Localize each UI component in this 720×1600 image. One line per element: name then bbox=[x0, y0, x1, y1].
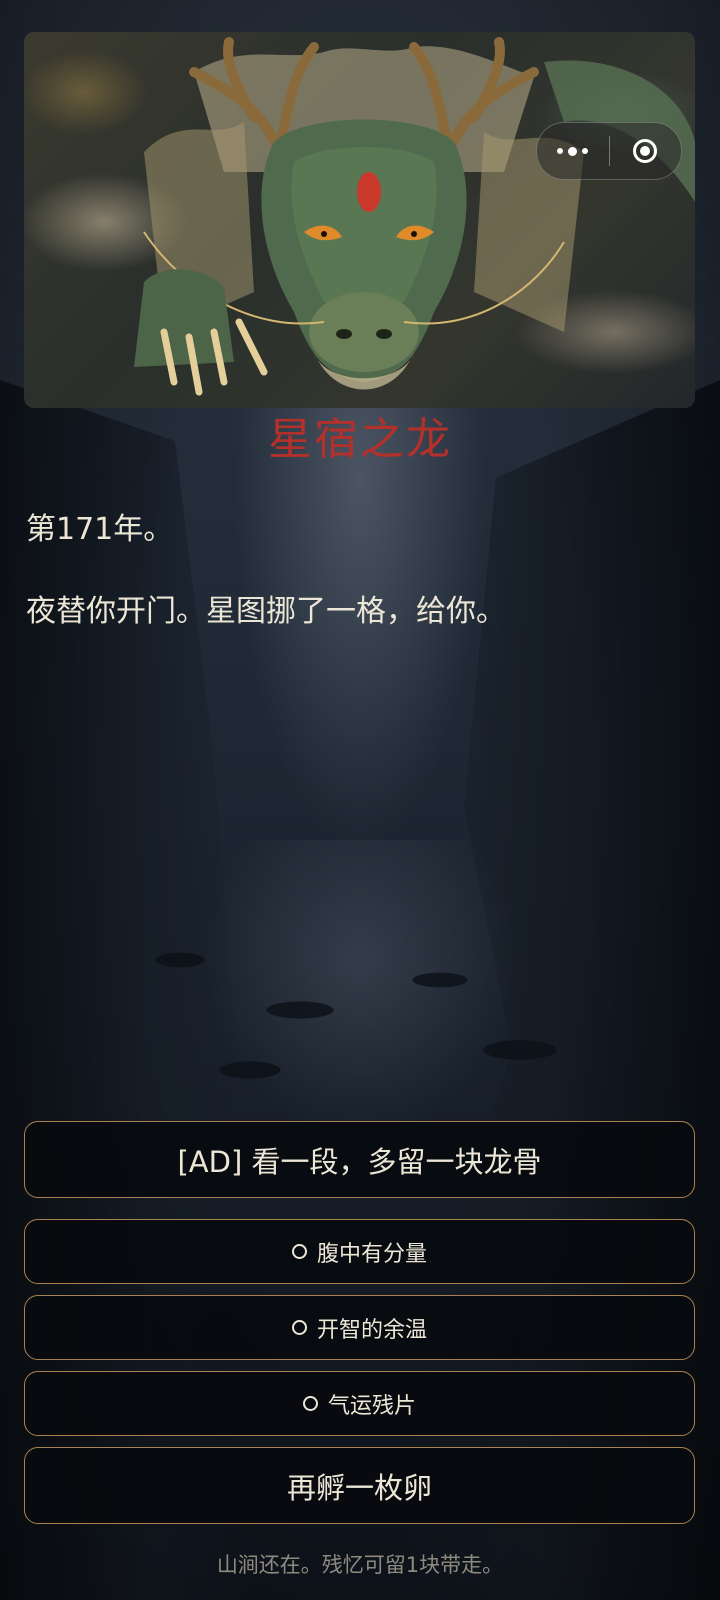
close-circle-icon bbox=[633, 139, 658, 163]
dragon-illustration bbox=[134, 37, 695, 396]
option-label: 气运残片 bbox=[327, 1393, 416, 1419]
option-label: 腹中有分量 bbox=[316, 1241, 427, 1267]
more-button[interactable] bbox=[537, 123, 609, 179]
radio-circle-icon bbox=[291, 1244, 307, 1259]
event-line: 夜替你开门。星图挪了一格，给你。 bbox=[26, 594, 506, 629]
game-title: 星宿之龙 bbox=[268, 414, 452, 465]
radio-circle-icon bbox=[291, 1320, 307, 1335]
radio-circle-icon bbox=[302, 1396, 318, 1411]
mini-program-capsule bbox=[536, 122, 682, 180]
option-radio-1[interactable]: 腹中有分量 bbox=[24, 1219, 695, 1284]
dragon-banner-image bbox=[24, 32, 695, 408]
option-radio-2[interactable]: 开智的余温 bbox=[24, 1295, 695, 1360]
hatch-egg-button[interactable]: 再孵一枚卵 bbox=[24, 1447, 695, 1524]
story-text: 第171年。 夜替你开门。星图挪了一格，给你。 bbox=[26, 510, 700, 632]
hatch-egg-label: 再孵一枚卵 bbox=[286, 1470, 432, 1505]
option-radio-3[interactable]: 气运残片 bbox=[24, 1371, 695, 1436]
footer-status: 山涧还在。残忆可留1块带走。 bbox=[216, 1553, 504, 1577]
year-line: 第171年。 bbox=[26, 512, 174, 547]
option-label: 开智的余温 bbox=[316, 1317, 427, 1343]
more-dots-icon bbox=[557, 146, 589, 156]
watch-ad-button[interactable]: [AD] 看一段，多留一块龙骨 bbox=[24, 1121, 695, 1198]
close-button[interactable] bbox=[610, 123, 682, 179]
watch-ad-label: [AD] 看一段，多留一块龙骨 bbox=[177, 1144, 542, 1179]
